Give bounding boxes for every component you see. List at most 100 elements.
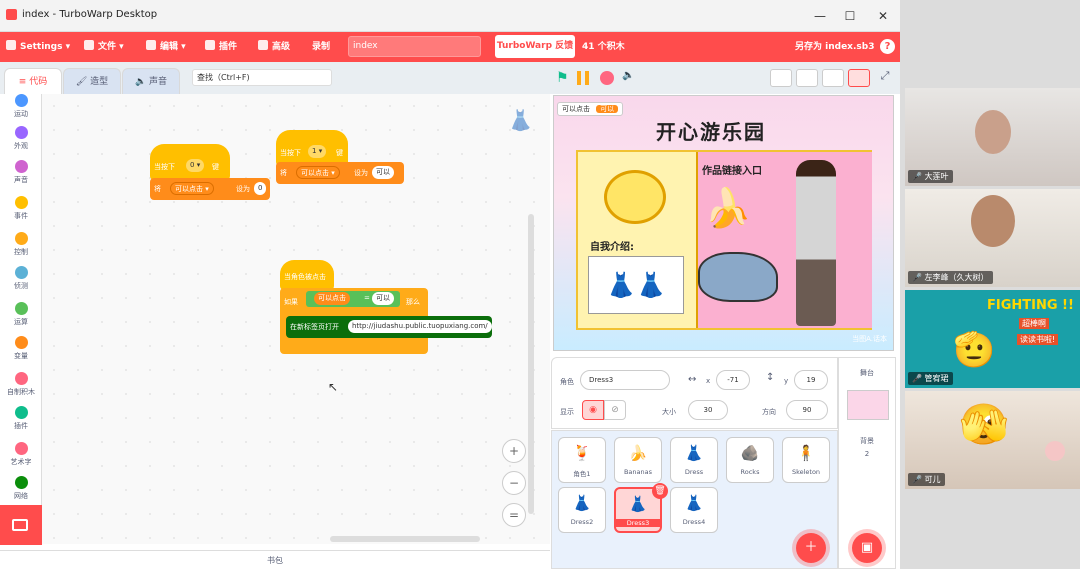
- delete-sprite-icon[interactable]: 🗑: [652, 483, 668, 499]
- category-my-blocks[interactable]: 自制积木: [0, 372, 42, 397]
- variable-dropdown[interactable]: 可以点击 ▾: [296, 166, 340, 179]
- sprite-name-input[interactable]: Dress3: [580, 370, 670, 390]
- file-menu[interactable]: 文件 ▾: [84, 32, 124, 62]
- sprite-tile-5[interactable]: 🧍 Skeleton: [782, 437, 830, 483]
- category-extensions[interactable]: 插件: [0, 406, 42, 431]
- add-backdrop-button[interactable]: ▣: [852, 533, 882, 563]
- variables-dot-icon: [14, 336, 28, 349]
- close-button[interactable]: ✕: [868, 6, 898, 26]
- control-dot-icon: [14, 232, 28, 245]
- zoom-reset-button[interactable]: =: [502, 503, 526, 527]
- equals-operator[interactable]: 可以点击 = 可以: [306, 291, 400, 307]
- speaker-icon: 🔈: [134, 77, 150, 87]
- sound-dot-icon: [14, 160, 28, 173]
- addons-menu[interactable]: 插件: [205, 32, 237, 62]
- category-art-text[interactable]: 艺术字: [0, 442, 42, 467]
- mic-icon: 🎤: [912, 273, 925, 282]
- maximize-button[interactable]: ☐: [835, 6, 865, 26]
- category-events[interactable]: 事件: [0, 196, 42, 221]
- intro-panel: 👗👗: [588, 256, 684, 314]
- sprite-tile-3[interactable]: 👗 Dress: [670, 437, 718, 483]
- sprite-tile-8[interactable]: 👗 Dress4: [670, 487, 718, 533]
- key-dropdown[interactable]: 0 ▾: [186, 159, 205, 172]
- sprite-tile-2[interactable]: 🍌 Bananas: [614, 437, 662, 483]
- category-network[interactable]: 网络: [0, 476, 42, 501]
- stage-canvas[interactable]: 可以点击 可以 开心游乐园 作品链接入口 自我介绍: 👗👗 🍌 当图A.话本: [553, 95, 894, 351]
- compare-value-input[interactable]: 可以: [372, 292, 394, 305]
- add-sprite-button[interactable]: ＋: [796, 533, 826, 563]
- stage-title: 开心游乐园: [656, 120, 766, 144]
- zoom-in-button[interactable]: +: [502, 439, 526, 463]
- variable-dropdown[interactable]: 可以点击 ▾: [170, 182, 214, 195]
- console-icon[interactable]: [770, 69, 792, 87]
- category-motion[interactable]: 运动: [0, 94, 42, 119]
- x-position-input[interactable]: -71: [716, 370, 750, 390]
- save-as-button[interactable]: 另存为 index.sb3: [795, 32, 874, 62]
- my-blocks-dot-icon: [14, 372, 28, 385]
- motion-dot-icon: [14, 94, 28, 107]
- url-input[interactable]: http://jiudashu.public.tuopuxiang.com/: [348, 320, 492, 333]
- size-input[interactable]: 30: [688, 400, 728, 420]
- sprite-tile-4[interactable]: 🪨 Rocks: [726, 437, 774, 483]
- show-visible-icon[interactable]: ◉: [582, 400, 604, 420]
- y-position-input[interactable]: 19: [794, 370, 828, 390]
- category-control[interactable]: 控制: [0, 232, 42, 257]
- person-sprite[interactable]: [796, 160, 836, 326]
- open-url-block[interactable]: 在新标签页打开 http://jiudashu.public.tuopuxian…: [286, 316, 492, 338]
- value-input[interactable]: 可以: [372, 166, 394, 179]
- gear-icon: [6, 40, 16, 50]
- help-icon[interactable]: ?: [880, 39, 895, 54]
- key-dropdown[interactable]: 1 ▾: [308, 145, 327, 158]
- feedback-button[interactable]: TurboWarp 反馈: [495, 35, 575, 58]
- direction-input[interactable]: 90: [786, 400, 828, 420]
- sprite-tile-1[interactable]: 🍹 角色1: [558, 437, 606, 483]
- vertical-scrollbar[interactable]: [528, 214, 534, 514]
- category-operators[interactable]: 运算: [0, 302, 42, 327]
- normal-stage-icon[interactable]: [822, 69, 844, 87]
- sprite-tile-6[interactable]: 👗 Dress2: [558, 487, 606, 533]
- when-sprite-clicked-hat[interactable]: 当角色被点击: [280, 260, 334, 290]
- advanced-menu[interactable]: 高级: [258, 32, 290, 62]
- sound-icon[interactable]: 🔈: [622, 70, 634, 81]
- small-stage-icon[interactable]: [796, 69, 818, 87]
- category-sensing[interactable]: 侦测: [0, 266, 42, 291]
- app-icon: [6, 9, 17, 20]
- green-flag-icon[interactable]: ⚑: [556, 70, 569, 86]
- variable-monitor: 可以点击 可以: [557, 102, 624, 116]
- horizontal-scrollbar[interactable]: [330, 536, 480, 542]
- avatar: [1045, 441, 1065, 461]
- block-search-input[interactable]: 查找（Ctrl+F): [192, 69, 332, 86]
- code-workspace[interactable]: 👗 当按下 0 ▾ 键 将 可以点击 ▾ 设为 0 当按下 1 ▾ 键 将 可以…: [42, 94, 550, 544]
- tab-costumes[interactable]: 🖌 造型: [63, 68, 121, 94]
- backpack[interactable]: 书包: [0, 550, 550, 569]
- set-variable-block-0[interactable]: 将 可以点击 ▾ 设为 0: [150, 178, 270, 200]
- art-text-dot-icon: [14, 442, 28, 455]
- edit-menu[interactable]: 编辑 ▾: [146, 32, 186, 62]
- hide-icon[interactable]: ⊘: [604, 400, 626, 420]
- fullscreen-icon[interactable]: ⤢: [874, 69, 896, 87]
- tab-sounds[interactable]: 🔈 声音: [122, 68, 180, 94]
- variable-reporter[interactable]: 可以点击: [314, 292, 350, 305]
- pause-icon[interactable]: [577, 71, 589, 85]
- value-input[interactable]: 0: [254, 182, 267, 195]
- record-menu[interactable]: 录制: [312, 32, 330, 62]
- set-variable-block-1[interactable]: 将 可以点击 ▾ 设为 可以: [276, 162, 404, 184]
- stage-header: ⚑ 🔈 ⤢: [550, 62, 900, 94]
- large-stage-icon[interactable]: [848, 69, 870, 87]
- minimize-button[interactable]: —: [805, 6, 835, 26]
- bananas-sprite[interactable]: 🍌: [704, 186, 751, 231]
- add-extension-button[interactable]: [0, 505, 42, 545]
- operators-dot-icon: [14, 302, 28, 315]
- settings-menu[interactable]: Settings ▾: [6, 32, 70, 62]
- category-looks[interactable]: 外观: [0, 126, 42, 151]
- category-variables[interactable]: 变量: [0, 336, 42, 361]
- when-key-pressed-hat-0[interactable]: 当按下 0 ▾ 键: [150, 144, 230, 180]
- rocks-sprite[interactable]: [698, 252, 778, 302]
- stop-icon[interactable]: [600, 71, 614, 85]
- zoom-out-button[interactable]: −: [502, 471, 526, 495]
- tab-code[interactable]: ≡ 代码: [4, 68, 62, 94]
- category-sound[interactable]: 声音: [0, 160, 42, 185]
- when-key-pressed-hat-1[interactable]: 当按下 1 ▾ 键: [276, 130, 348, 166]
- participant-name: 🎤 左李峰（久大树）: [908, 271, 993, 284]
- project-name-input[interactable]: index: [348, 36, 481, 57]
